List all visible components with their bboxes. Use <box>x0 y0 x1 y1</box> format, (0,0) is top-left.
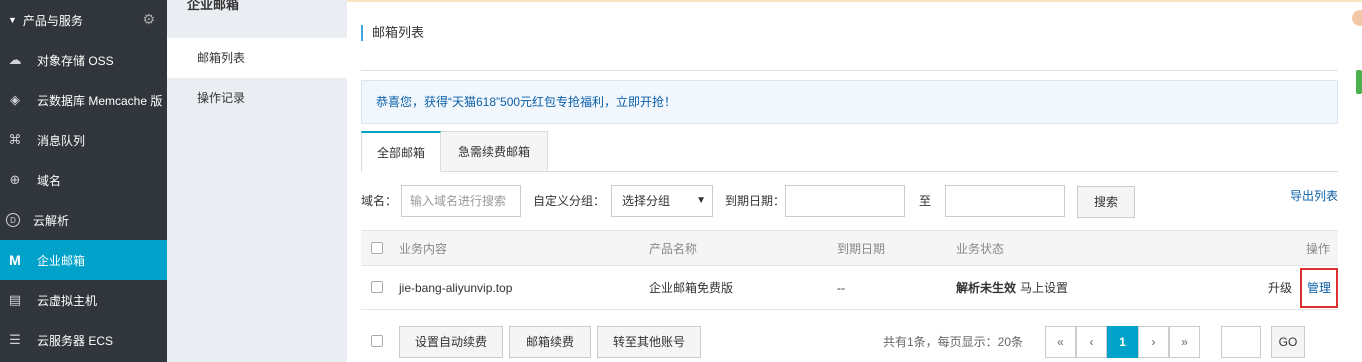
auto-renew-button[interactable]: 设置自动续费 <box>399 326 503 358</box>
header-expiry: 到期日期 <box>837 242 886 256</box>
header-status: 业务状态 <box>956 242 1005 256</box>
page-jump-input[interactable] <box>1221 326 1261 358</box>
mail-m-icon: M <box>9 252 21 268</box>
row-status: 解析未生效 <box>956 281 1017 295</box>
row-product: 企业邮箱免费版 <box>649 281 734 295</box>
upgrade-link[interactable]: 升级 <box>1268 266 1292 310</box>
select-all-checkbox[interactable] <box>371 242 383 254</box>
table-row: jie-bang-aliyunvip.top 企业邮箱免费版 -- 解析未生效 … <box>361 266 1338 310</box>
tab-all-mailboxes[interactable]: 全部邮箱 <box>361 131 441 172</box>
subnav-title: 企业邮箱 <box>167 0 347 38</box>
tab-urgent-renewal[interactable]: 急需续费邮箱 <box>441 131 548 172</box>
title-divider <box>361 70 1338 71</box>
row-expiry: -- <box>837 281 845 295</box>
sidebar-item-label: 云数据库 Memcache 版 <box>37 93 163 108</box>
promo-notice[interactable]: 恭喜您，获得“天猫618”500元红包专抢福利，立即开抢！ <box>361 80 1338 124</box>
sidebar-header-label: 产品与服务 <box>22 13 83 28</box>
sidebar-item-vhost[interactable]: ▤ 云虚拟主机 <box>0 280 167 320</box>
subnav-item-op-log[interactable]: 操作记录 <box>167 78 347 118</box>
prev-page-button[interactable]: ‹ <box>1076 326 1107 358</box>
mail-table: 业务内容 产品名称 到期日期 业务状态 操作 jie-bang-aliyunvi… <box>361 230 1338 310</box>
date-to-label: 至 <box>919 194 932 208</box>
next-page-button[interactable]: › <box>1138 326 1169 358</box>
sidebar-item-label: 对象存储 OSS <box>37 53 114 68</box>
gear-icon[interactable]: ⚙ <box>142 11 155 28</box>
floating-widget[interactable] <box>1348 0 1362 100</box>
sidebar-item-label: 云虚拟主机 <box>37 293 98 308</box>
group-label: 自定义分组： <box>533 194 606 208</box>
go-button[interactable]: GO <box>1271 326 1305 358</box>
globe-icon: ⊕ <box>9 172 21 187</box>
top-divider <box>347 0 1362 2</box>
sidebar-item-label: 云解析 <box>33 213 70 228</box>
sidebar-item-label: 企业邮箱 <box>37 253 86 268</box>
sidebar-item-label: 域名 <box>37 173 62 188</box>
product-sidebar: ▼ 产品与服务 ⚙ ☁ 对象存储 OSS ◈ 云数据库 Memcache 版 ⌘… <box>0 0 167 362</box>
group-select[interactable]: 选择分组 ▼ <box>611 185 713 217</box>
header-operation: 操作 <box>1305 242 1330 256</box>
date-label: 到期日期： <box>725 194 786 208</box>
header-content: 业务内容 <box>399 242 448 256</box>
row-checkbox[interactable] <box>371 281 383 293</box>
domain-label: 域名： <box>361 194 398 208</box>
page-1-button[interactable]: 1 <box>1107 326 1138 358</box>
footer-select-all-checkbox[interactable] <box>371 335 383 347</box>
group-select-value: 选择分组 <box>622 194 671 208</box>
export-list-link[interactable]: 导出列表 <box>1290 185 1338 207</box>
filter-bar: 域名： 输入域名进行搜索 自定义分组： 选择分组 ▼ 到期日期： 至 搜索 导出… <box>361 185 1338 218</box>
header-product: 产品名称 <box>649 242 698 256</box>
sidebar-item-oss[interactable]: ☁ 对象存储 OSS <box>0 40 167 80</box>
tab-bar: 全部邮箱 急需续费邮箱 <box>361 131 1338 172</box>
sidebar-item-label: 消息队列 <box>37 133 86 148</box>
main-content: 邮箱列表 恭喜您，获得“天猫618”500元红包专抢福利，立即开抢！ 全部邮箱 … <box>347 0 1362 362</box>
secondary-nav: 企业邮箱 邮箱列表 操作记录 <box>167 0 347 362</box>
first-page-button[interactable]: « <box>1045 326 1076 358</box>
dropdown-arrow-icon: ▼ <box>696 195 706 206</box>
domain-search-input[interactable]: 输入域名进行搜索 <box>401 185 521 217</box>
table-header: 业务内容 产品名称 到期日期 业务状态 操作 <box>361 230 1338 266</box>
row-domain-link[interactable]: jie-bang-aliyunvip.top <box>399 266 512 310</box>
server-icon: ▤ <box>8 292 22 307</box>
layers-icon: ◈ <box>10 92 20 107</box>
start-date-input[interactable] <box>785 185 905 217</box>
table-footer: 设置自动续费 邮箱续费 转至其他账号 共有1条，每页显示：20条 « ‹ 1 ›… <box>361 326 1338 362</box>
sidebar-item-dns[interactable]: D 云解析 <box>0 200 167 240</box>
end-date-input[interactable] <box>945 185 1065 217</box>
sidebar-header[interactable]: ▼ 产品与服务 ⚙ <box>0 0 167 40</box>
dns-icon: D <box>6 213 20 227</box>
sidebar-item-domain[interactable]: ⊕ 域名 <box>0 160 167 200</box>
last-page-button[interactable]: » <box>1169 326 1200 358</box>
mail-renew-button[interactable]: 邮箱续费 <box>509 326 591 358</box>
sidebar-item-mail[interactable]: M 企业邮箱 <box>0 240 167 280</box>
sidebar-item-ecs[interactable]: ☰ 云服务器 ECS <box>0 320 167 360</box>
setup-now-link[interactable]: 马上设置 <box>1020 266 1068 310</box>
cloud-upload-icon: ☁ <box>8 52 22 67</box>
caret-down-icon: ▼ <box>8 15 17 25</box>
pagination: « ‹ 1 › » <box>1045 326 1201 358</box>
sidebar-item-memcache[interactable]: ◈ 云数据库 Memcache 版 <box>0 80 167 120</box>
manage-link[interactable]: 管理 <box>1300 268 1338 308</box>
network-icon: ⌘ <box>8 132 22 147</box>
sidebar-item-label: 云服务器 ECS <box>37 333 114 348</box>
sidebar-item-mq[interactable]: ⌘ 消息队列 <box>0 120 167 160</box>
floating-widget-icon <box>1352 10 1362 94</box>
server-stack-icon: ☰ <box>9 332 21 347</box>
pagination-summary: 共有1条，每页显示：20条 <box>883 335 1024 349</box>
subnav-item-mail-list[interactable]: 邮箱列表 <box>167 38 347 78</box>
transfer-account-button[interactable]: 转至其他账号 <box>597 326 701 358</box>
subnav-title-text: 企业邮箱 <box>187 0 240 12</box>
search-button[interactable]: 搜索 <box>1077 186 1135 218</box>
page-title: 邮箱列表 <box>361 25 424 41</box>
